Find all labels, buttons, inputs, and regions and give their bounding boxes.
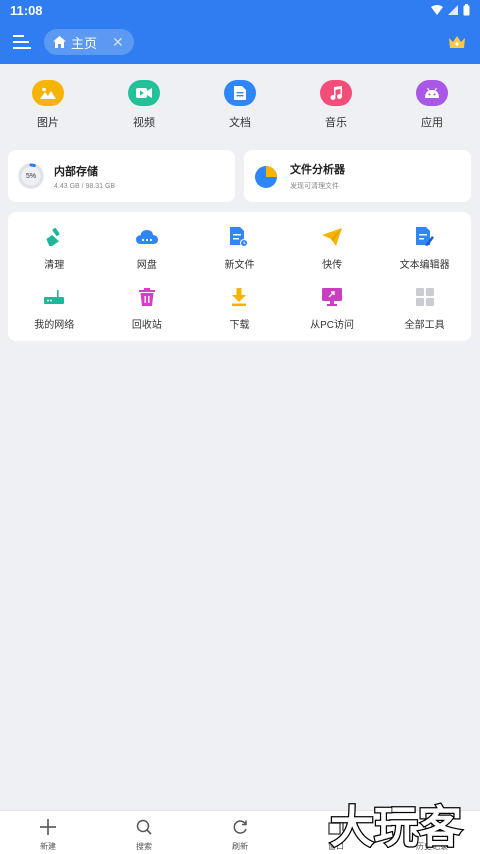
- category-apps[interactable]: 应用: [384, 80, 480, 138]
- category-icon-bg: [416, 80, 448, 106]
- menu-button[interactable]: [10, 30, 34, 54]
- tool-cloud[interactable]: 网盘: [101, 224, 194, 284]
- document-icon: [234, 86, 246, 100]
- internal-storage-card[interactable]: 5% 内部存储 4.43 GB / 98.31 GB: [8, 150, 235, 202]
- category-icon-bg: [320, 80, 352, 106]
- storage-detail: 4.43 GB / 98.31 GB: [54, 182, 116, 190]
- status-bar: 11:08: [0, 0, 480, 20]
- nav-label: 刷新: [232, 842, 248, 851]
- menu-icon: [13, 35, 31, 49]
- tab-home[interactable]: 主页 ✕: [44, 29, 134, 55]
- android-icon: [425, 87, 439, 98]
- status-time: 11:08: [10, 2, 43, 18]
- pie-chart-icon: [255, 166, 277, 188]
- nav-refresh[interactable]: 刷新: [192, 811, 288, 854]
- analyzer-subtitle: 发现可清理文件: [290, 183, 339, 190]
- category-music[interactable]: 音乐: [288, 80, 384, 138]
- tool-label: 清理: [44, 260, 65, 271]
- nav-label: 搜索: [136, 842, 152, 851]
- tools-row: 清理 网盘 新文件 快传 文本编辑器: [8, 224, 471, 284]
- close-tab-icon[interactable]: ✕: [112, 34, 124, 51]
- search-icon: [136, 819, 152, 835]
- refresh-icon: [233, 820, 247, 834]
- video-icon: [136, 88, 152, 98]
- signal-icon: [448, 5, 458, 15]
- tool-recycle-bin[interactable]: 回收站: [101, 284, 194, 344]
- text-editor-icon: [415, 227, 434, 246]
- status-icons: [431, 4, 470, 16]
- category-row: 图片 视频 文档 音乐 应用: [0, 80, 480, 138]
- tool-pc-access[interactable]: 从PC访问: [286, 284, 379, 344]
- wifi-icon: [431, 5, 443, 15]
- category-label: 应用: [421, 117, 443, 129]
- download-icon: [232, 288, 247, 306]
- file-analyzer-card[interactable]: 文件分析器 发现可清理文件: [244, 150, 471, 202]
- tools-card: 清理 网盘 新文件 快传 文本编辑器 我的网络 回收站 下载 从PC访问 全部工…: [8, 212, 471, 341]
- tool-label: 全部工具: [404, 320, 445, 331]
- watermark-logo: 大玩客: [329, 801, 464, 848]
- storage-usage-ring: 5%: [18, 163, 44, 189]
- vip-button[interactable]: [444, 29, 470, 55]
- tool-quick-transfer[interactable]: 快传: [286, 224, 379, 284]
- broom-icon: [46, 228, 60, 246]
- pc-access-icon: [322, 288, 343, 306]
- cloud-icon: [135, 230, 158, 244]
- battery-icon: [463, 4, 470, 16]
- tool-new-file[interactable]: 新文件: [193, 224, 286, 284]
- category-images[interactable]: 图片: [0, 80, 96, 138]
- home-icon: [53, 36, 66, 48]
- tool-clean[interactable]: 清理: [8, 224, 101, 284]
- category-videos[interactable]: 视频: [96, 80, 192, 138]
- watermark-text: 大玩客: [330, 802, 462, 848]
- nav-new[interactable]: 新建: [0, 811, 96, 854]
- tool-label: 我的网络: [34, 320, 75, 331]
- category-label: 视频: [133, 117, 155, 129]
- app-bar: 主页 ✕: [0, 20, 480, 64]
- category-documents[interactable]: 文档: [192, 80, 288, 138]
- category-icon-bg: [224, 80, 256, 106]
- plus-icon: [40, 819, 56, 835]
- tool-label: 回收站: [131, 320, 162, 331]
- crown-icon: [449, 36, 465, 48]
- storage-title: 内部存储: [54, 165, 98, 178]
- tool-all-tools[interactable]: 全部工具: [378, 284, 471, 344]
- category-icon-bg: [32, 80, 64, 106]
- tool-label: 从PC访问: [310, 320, 355, 331]
- router-icon: [44, 290, 65, 304]
- analyzer-title: 文件分析器: [290, 164, 345, 176]
- nav-label: 新建: [40, 842, 56, 851]
- tool-label: 新文件: [224, 260, 255, 271]
- category-label: 音乐: [325, 117, 347, 129]
- trash-icon: [138, 288, 155, 306]
- grid-icon: [415, 288, 434, 306]
- tool-download[interactable]: 下载: [193, 284, 286, 344]
- tools-row: 我的网络 回收站 下载 从PC访问 全部工具: [8, 284, 471, 344]
- image-icon: [40, 87, 56, 99]
- category-label: 文档: [229, 117, 251, 129]
- tool-label: 快传: [322, 260, 343, 271]
- tool-text-editor[interactable]: 文本编辑器: [378, 224, 471, 284]
- music-icon: [330, 86, 342, 100]
- nav-search[interactable]: 搜索: [96, 811, 192, 854]
- tool-label: 文本编辑器: [399, 260, 450, 271]
- tool-label: 下载: [229, 320, 250, 331]
- category-label: 图片: [37, 117, 59, 129]
- storage-percent: 5%: [25, 172, 37, 180]
- new-file-icon: [230, 227, 249, 247]
- tool-my-network[interactable]: 我的网络: [8, 284, 101, 344]
- category-icon-bg: [128, 80, 160, 106]
- tab-home-label: 主页: [71, 35, 98, 51]
- paper-plane-icon: [322, 228, 343, 246]
- tool-label: 网盘: [136, 260, 157, 271]
